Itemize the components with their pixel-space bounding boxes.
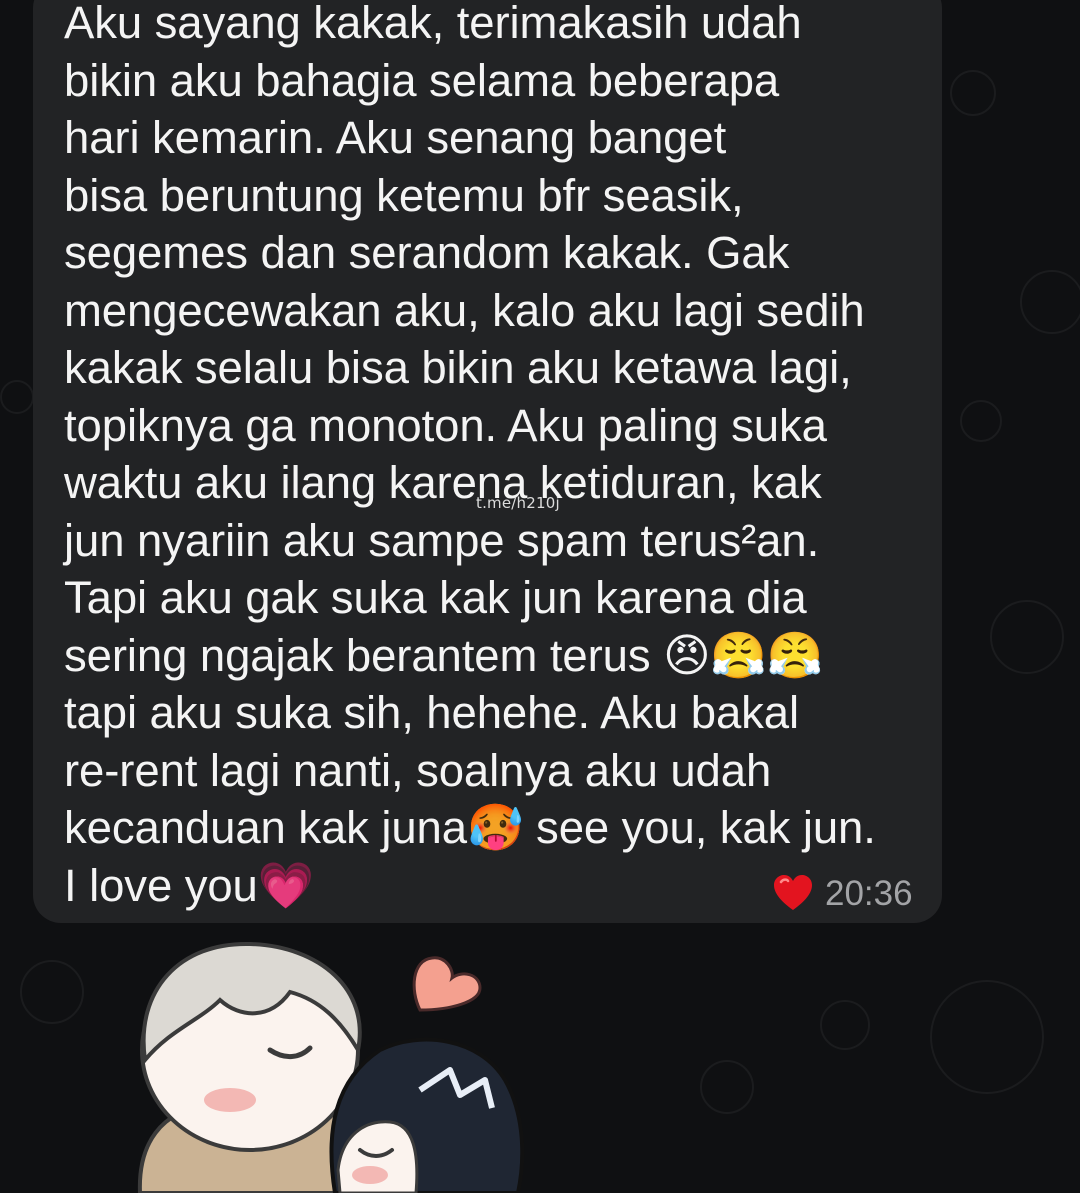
message-timestamp: 20:36 — [825, 874, 913, 913]
doodle-circle — [700, 1060, 754, 1114]
doodle-circle — [990, 600, 1064, 674]
doodle-circle — [930, 980, 1044, 1094]
doodle-circle — [20, 960, 84, 1024]
doodle-circle — [960, 400, 1002, 442]
kissing-couple-sticker[interactable] — [120, 930, 600, 1193]
doodle-circle — [0, 380, 34, 414]
sticker-heart-icon — [412, 956, 482, 1012]
red-heart-icon[interactable] — [773, 874, 813, 914]
chat-background: Aku sayang kakak, terimakasih udah bikin… — [0, 0, 1080, 1193]
doodle-circle — [1020, 270, 1080, 334]
message-text[interactable]: Aku sayang kakak, terimakasih udah bikin… — [64, 0, 924, 914]
doodle-circle — [950, 70, 996, 116]
doodle-circle — [820, 1000, 870, 1050]
message-meta: 20:36 — [773, 871, 913, 917]
watermark-text: t.me/h210j — [476, 494, 560, 512]
